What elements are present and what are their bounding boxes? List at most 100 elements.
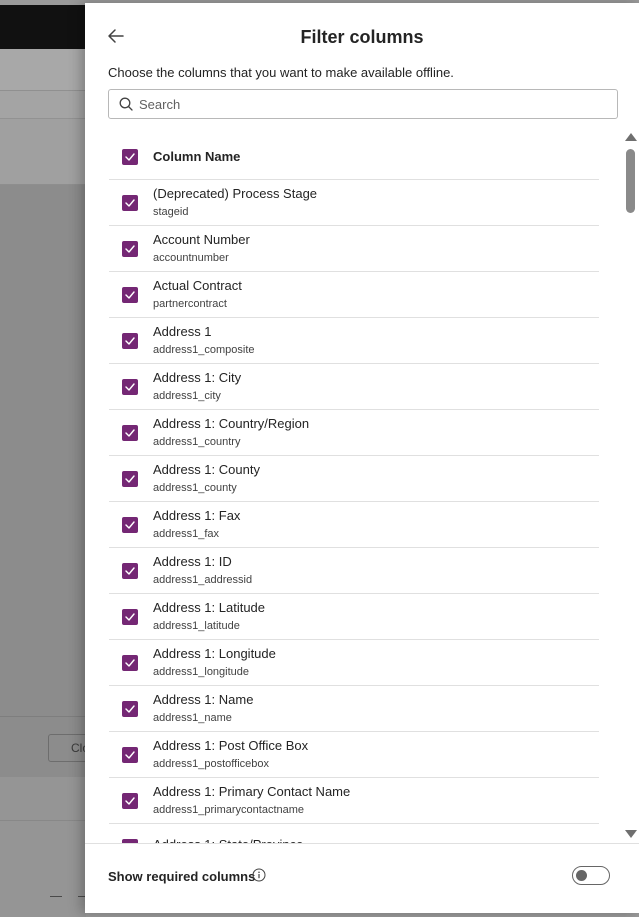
list-item[interactable]: Address 1: Primary Contact Name address1_… (109, 778, 599, 824)
column-display-name: Address 1: Latitude (153, 600, 266, 615)
column-logical-name: address1_country (153, 436, 241, 448)
list-item[interactable]: Address 1: ID address1_addressid (109, 548, 599, 594)
column-logical-name: address1_latitude (153, 620, 240, 632)
row-checkbox[interactable] (122, 194, 138, 211)
checkmark-icon (125, 336, 135, 345)
columns-rows: (Deprecated) Process Stage stageid Account… (109, 180, 599, 843)
row-checkbox[interactable] (122, 286, 138, 303)
column-logical-name: address1_primarycontactname (153, 804, 305, 816)
background-divider (0, 820, 86, 821)
row-checkbox[interactable] (122, 332, 138, 349)
panel-footer: Show required columns (85, 843, 639, 913)
row-checkbox[interactable] (122, 746, 138, 763)
columns-list: Column Name (Deprecated) Process Stage st… (109, 134, 599, 843)
column-display-name: Account Number (153, 232, 250, 247)
row-text: Actual Contract partnercontract (153, 278, 242, 311)
background-dash (50, 896, 62, 897)
list-item[interactable]: Address 1: Name address1_name (109, 686, 599, 732)
select-all-checkbox[interactable] (122, 148, 138, 165)
list-item[interactable]: Address 1: Country/Region address1_countr… (109, 410, 599, 456)
list-item[interactable]: Address 1: City address1_city (109, 364, 599, 410)
list-item[interactable]: Address 1: Post Office Box address1_posto… (109, 732, 599, 778)
row-text: Address 1: Primary Contact Name address1_… (153, 784, 350, 817)
background-dialog (0, 185, 86, 777)
row-checkbox[interactable] (122, 654, 138, 671)
checkmark-icon (125, 796, 135, 805)
list-item[interactable]: Address 1: Longitude address1_longitude (109, 640, 599, 686)
list-item[interactable]: (Deprecated) Process Stage stageid (109, 180, 599, 226)
row-text: Address 1: Post Office Box address1_posto… (153, 738, 308, 771)
background-header (0, 91, 86, 119)
column-logical-name: stageid (153, 206, 189, 218)
column-display-name: Address 1: Name (153, 692, 254, 707)
list-item[interactable]: Address 1: County address1_county (109, 456, 599, 502)
panel-title: Filter columns (300, 27, 424, 47)
list-item[interactable]: Account Number accountnumber (109, 226, 599, 272)
search-icon (119, 97, 133, 111)
checkmark-icon (125, 244, 135, 253)
row-checkbox[interactable] (122, 424, 138, 441)
column-logical-name: address1_addressid (153, 574, 253, 586)
checkmark-icon (125, 428, 135, 437)
column-display-name: Address 1: County (153, 462, 260, 477)
list-item[interactable]: Address 1: State/Province (109, 824, 599, 843)
row-checkbox[interactable] (122, 562, 138, 579)
row-text: Address 1: Country/Region address1_countr… (153, 416, 309, 449)
column-logical-name: address1_composite (153, 344, 255, 356)
list-item[interactable]: Address 1 address1_composite (109, 318, 599, 364)
row-text: Address 1: Longitude address1_longitude (153, 646, 276, 679)
column-logical-name: partnercontract (153, 298, 227, 310)
scroll-up-icon[interactable] (625, 133, 637, 141)
list-item[interactable]: Address 1: Fax address1_fax (109, 502, 599, 548)
filter-columns-panel: Filter columns Choose the columns that y… (85, 3, 639, 913)
row-checkbox[interactable] (122, 792, 138, 809)
column-logical-name: address1_county (153, 482, 237, 494)
column-display-name: (Deprecated) Process Stage (153, 186, 318, 201)
show-required-toggle[interactable] (572, 866, 610, 885)
checkmark-icon (125, 520, 135, 529)
row-text: Address 1: Fax address1_fax (153, 508, 240, 541)
toggle-knob (576, 870, 587, 881)
row-text: (Deprecated) Process Stage stageid (153, 186, 317, 219)
checkmark-icon (125, 290, 135, 299)
column-logical-name: address1_fax (153, 528, 220, 540)
row-text: Account Number accountnumber (153, 232, 250, 265)
row-checkbox[interactable] (122, 516, 138, 533)
column-display-name: Address 1: Post Office Box (153, 738, 309, 753)
row-checkbox[interactable] (122, 700, 138, 717)
row-checkbox[interactable] (122, 470, 138, 487)
row-checkbox[interactable] (122, 378, 138, 395)
column-logical-name: address1_postofficebox (153, 758, 269, 770)
checkmark-icon (125, 750, 135, 759)
row-text: Address 1: Name address1_name (153, 692, 253, 725)
checkmark-icon (125, 612, 135, 621)
checkmark-icon (125, 658, 135, 667)
background-section (0, 119, 86, 185)
list-item[interactable]: Address 1: Latitude address1_latitude (109, 594, 599, 640)
checkmark-icon (125, 382, 135, 391)
list-scrollbar[interactable] (624, 133, 637, 841)
row-text: Address 1 address1_composite (153, 324, 255, 357)
row-text: Address 1: City address1_city (153, 370, 241, 403)
checkmark-icon (125, 152, 135, 161)
row-checkbox[interactable] (122, 608, 138, 625)
checkmark-icon (125, 198, 135, 207)
checkmark-icon (125, 566, 135, 575)
checkmark-icon (125, 474, 135, 483)
column-display-name: Actual Contract (153, 278, 242, 293)
column-logical-name: address1_name (153, 712, 232, 724)
column-display-name: Address 1: ID (153, 554, 232, 569)
column-display-name: Address 1: Longitude (153, 646, 276, 661)
column-display-name: Address 1: Fax (153, 508, 241, 523)
background-topbar (0, 5, 86, 49)
scrollbar-thumb[interactable] (626, 149, 635, 213)
panel-subtitle: Choose the columns that you want to make… (108, 65, 454, 80)
search-input[interactable] (139, 96, 599, 112)
scroll-down-icon[interactable] (625, 830, 637, 838)
list-item[interactable]: Actual Contract partnercontract (109, 272, 599, 318)
list-header-row: Column Name (109, 134, 599, 180)
info-icon[interactable] (252, 868, 266, 882)
row-checkbox[interactable] (122, 240, 138, 257)
column-logical-name: accountnumber (153, 252, 229, 264)
search-box[interactable] (108, 89, 618, 119)
